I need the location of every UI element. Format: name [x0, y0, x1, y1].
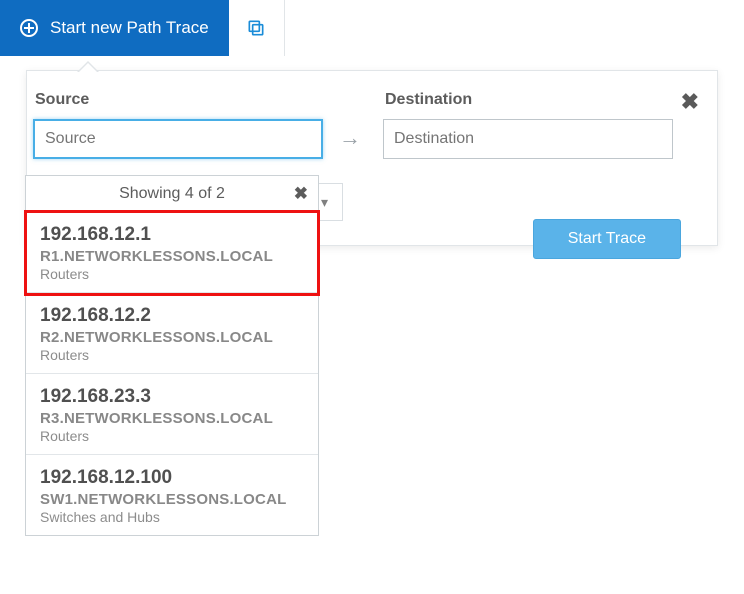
- dropdown-item-ip: 192.168.12.2: [40, 305, 304, 327]
- dropdown-item-ip: 192.168.12.1: [40, 224, 304, 246]
- source-input[interactable]: [33, 119, 323, 159]
- dropdown-item-host: SW1.NETWORKLESSONS.LOCAL: [40, 491, 304, 508]
- destination-input[interactable]: [383, 119, 673, 159]
- dropdown-item[interactable]: 192.168.23.3 R3.NETWORKLESSONS.LOCAL Rou…: [26, 374, 318, 455]
- dropdown-item-type: Switches and Hubs: [40, 509, 304, 525]
- start-trace-button[interactable]: Start Trace: [533, 219, 681, 259]
- dropdown-item-type: Routers: [40, 266, 304, 282]
- dropdown-item-ip: 192.168.23.3: [40, 386, 304, 408]
- dropdown-close-icon[interactable]: ✖: [294, 184, 308, 204]
- source-suggestions-dropdown: Showing 4 of 2 ✖ 192.168.12.1 R1.NETWORK…: [25, 175, 319, 536]
- dropdown-header-text: Showing 4 of 2: [119, 185, 225, 203]
- plus-circle-icon: [20, 19, 38, 37]
- dropdown-item-host: R1.NETWORKLESSONS.LOCAL: [40, 248, 304, 265]
- chevron-down-icon: ▾: [321, 194, 328, 211]
- start-new-path-trace-label: Start new Path Trace: [50, 18, 209, 38]
- copy-button[interactable]: [229, 0, 285, 56]
- arrow-icon: →: [323, 125, 377, 159]
- destination-label: Destination: [385, 91, 673, 109]
- dropdown-item-type: Routers: [40, 428, 304, 444]
- dropdown-item-type: Routers: [40, 347, 304, 363]
- close-icon[interactable]: ✖: [681, 89, 699, 115]
- top-bar: Start new Path Trace: [0, 0, 744, 56]
- copy-icon: [246, 18, 266, 38]
- source-label: Source: [35, 91, 323, 109]
- dropdown-item[interactable]: 192.168.12.2 R2.NETWORKLESSONS.LOCAL Rou…: [26, 293, 318, 374]
- dropdown-item[interactable]: 192.168.12.100 SW1.NETWORKLESSONS.LOCAL …: [26, 455, 318, 535]
- dropdown-item-host: R2.NETWORKLESSONS.LOCAL: [40, 329, 304, 346]
- dropdown-item-host: R3.NETWORKLESSONS.LOCAL: [40, 410, 304, 427]
- start-new-path-trace-button[interactable]: Start new Path Trace: [0, 0, 229, 56]
- dropdown-item[interactable]: 192.168.12.1 R1.NETWORKLESSONS.LOCAL Rou…: [26, 212, 318, 293]
- dropdown-item-ip: 192.168.12.100: [40, 467, 304, 489]
- dropdown-header: Showing 4 of 2 ✖: [26, 176, 318, 212]
